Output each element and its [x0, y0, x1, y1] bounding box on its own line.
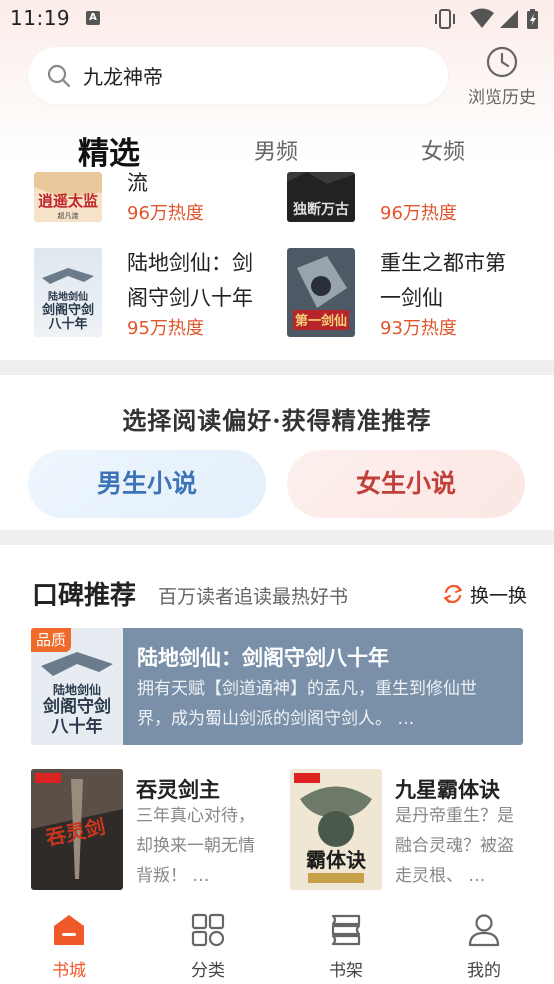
featured-title: 陆地剑仙：剑阁守剑八十年	[137, 646, 389, 670]
svg-text:陆地剑仙: 陆地剑仙	[53, 682, 101, 697]
home-icon	[54, 915, 84, 945]
search-icon	[47, 64, 71, 88]
search-box[interactable]: 九龙神帝	[28, 47, 448, 104]
bookshelf-icon	[331, 914, 361, 946]
featured-desc: 拥有天赋【剑道通神】的孟凡，重生到修仙世界，成为蜀山剑派的剑阁守剑人。 …	[137, 679, 477, 729]
svg-text:八十年: 八十年	[52, 716, 103, 737]
book-cover[interactable]: 第一剑仙	[287, 248, 355, 337]
svg-text:第一剑仙: 第一剑仙	[295, 313, 347, 329]
svg-text:剑阁守剑: 剑阁守剑	[42, 696, 111, 717]
book-cover[interactable]: 霸体诀	[290, 769, 382, 890]
quality-badge: 品质	[31, 628, 71, 652]
book-heat: 96万热度	[380, 203, 457, 224]
book-desc: 是丹帝重生？是融合灵魂？被盗走灵根、 …	[395, 806, 514, 886]
section-subtitle: 百万读者追读最热好书	[158, 586, 349, 608]
signal-icon	[500, 10, 518, 28]
nav-bookshelf[interactable]: 书架	[306, 912, 386, 982]
male-novel-button[interactable]: 男生小说	[28, 450, 266, 518]
vibrate-icon	[435, 9, 455, 29]
book-cover[interactable]: 独断万古	[287, 172, 355, 222]
book-heat: 93万热度	[380, 318, 457, 339]
book-cover[interactable]: 逍遥太监 超凡渡	[34, 172, 102, 222]
nav-profile[interactable]: 我的	[444, 912, 524, 982]
book-title[interactable]: 九星霸体诀	[395, 774, 500, 804]
book-title[interactable]: 吞灵剑主	[136, 774, 220, 804]
book-title[interactable]: 重生之都市第一剑仙	[380, 246, 515, 316]
preference-title: 选择阅读偏好·获得精准推荐	[122, 406, 432, 435]
section-title: 口碑推荐	[32, 581, 137, 611]
status-icons	[435, 8, 538, 29]
nav-label: 书城	[52, 961, 86, 981]
bottom-nav: 书城 分类 书架 我的	[0, 898, 554, 984]
svg-text:超凡渡: 超凡渡	[58, 211, 79, 220]
tab-female[interactable]: 女频	[421, 134, 465, 166]
refresh-button[interactable]: 换一换	[442, 581, 532, 607]
category-icon	[191, 913, 225, 947]
clock-icon	[486, 46, 518, 78]
svg-text:霸体诀: 霸体诀	[306, 848, 367, 872]
notification-icon: A	[86, 11, 100, 25]
wifi-icon	[470, 8, 494, 28]
male-novel-label: 男生小说	[96, 469, 197, 498]
book-heat: 96万热度	[127, 203, 204, 224]
search-input[interactable]: 九龙神帝	[83, 61, 163, 90]
nav-label: 书架	[329, 961, 363, 981]
preference-section: 选择阅读偏好·获得精准推荐 男生小说 女生小说	[0, 375, 554, 530]
svg-text:逍遥太监: 逍遥太监	[38, 192, 98, 210]
featured-book-card[interactable]: 陆地剑仙 剑阁守剑 八十年 品质 陆地剑仙：剑阁守剑八十年 拥有天赋【剑道通神】…	[31, 628, 523, 745]
reputation-section: 口碑推荐 百万读者追读最热好书 换一换 陆地剑仙 剑阁守剑 八十年 品质 陆地剑…	[0, 545, 554, 898]
book-heat: 95万热度	[127, 318, 204, 339]
book-title[interactable]: 流	[127, 166, 148, 201]
female-novel-button[interactable]: 女生小说	[287, 450, 525, 518]
book-cover[interactable]: 陆地剑仙 剑阁守剑 八十年	[34, 248, 102, 337]
nav-label: 我的	[467, 961, 501, 981]
book-cover[interactable]: 吞灵剑	[31, 769, 123, 890]
female-novel-label: 女生小说	[355, 469, 456, 498]
book-desc: 三年真心对待，却换来一朝无情背叛！ …	[136, 806, 255, 886]
nav-bookstore[interactable]: 书城	[29, 912, 109, 982]
status-bar: 11:19 A	[0, 0, 554, 38]
nav-label: 分类	[191, 961, 225, 981]
refresh-label: 换一换	[470, 585, 528, 607]
history-label: 浏览历史	[468, 88, 536, 108]
svg-text:陆地剑仙: 陆地剑仙	[48, 290, 88, 303]
profile-icon	[468, 914, 500, 947]
svg-text:独断万古: 独断万古	[293, 201, 349, 218]
refresh-icon	[444, 584, 462, 604]
history-button[interactable]: 浏览历史	[462, 45, 542, 108]
status-time: 11:19	[10, 6, 71, 30]
book-title[interactable]: 陆地剑仙：剑阁守剑八十年	[127, 246, 262, 316]
nav-category[interactable]: 分类	[168, 912, 248, 982]
tab-male[interactable]: 男频	[254, 134, 298, 166]
svg-text:剑阁守剑: 剑阁守剑	[41, 302, 94, 318]
battery-icon	[527, 9, 538, 29]
svg-text:八十年: 八十年	[47, 316, 87, 332]
channel-tabs: 精选 男频 女频	[0, 122, 554, 172]
